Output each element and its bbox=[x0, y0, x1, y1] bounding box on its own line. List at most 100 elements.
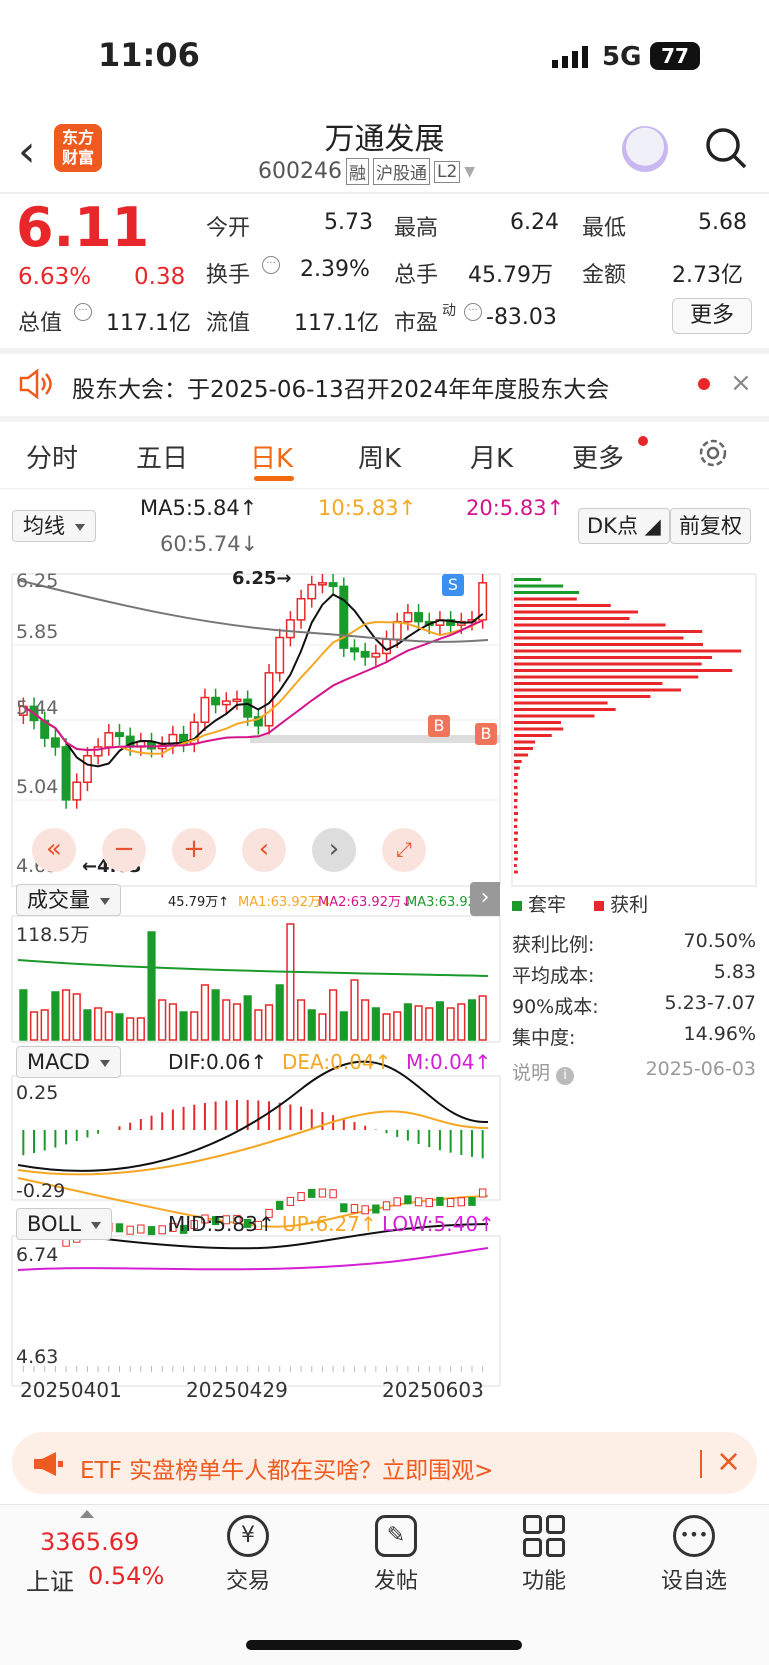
dk-point-button[interactable]: DK点 ◢ bbox=[578, 508, 670, 544]
nav-label: 功能 bbox=[521, 1569, 566, 1594]
panel-collapse-button[interactable]: › bbox=[470, 882, 500, 916]
fullscreen-button[interactable]: ⤢ bbox=[382, 828, 426, 872]
chip-bar bbox=[514, 636, 684, 640]
tab-weekly-k[interactable]: 周K bbox=[358, 438, 401, 475]
volume-ma-line bbox=[17, 959, 489, 977]
step-forward-button[interactable]: › bbox=[312, 828, 356, 872]
speaker-icon bbox=[18, 368, 54, 400]
ma20-value: 20:5.83↑ bbox=[466, 496, 565, 520]
chip-bar bbox=[514, 857, 518, 861]
chip-bar bbox=[514, 786, 518, 789]
chip-bar bbox=[514, 831, 518, 835]
chip-stats: 获利比例: 70.50% 平均成本: 5.83 90%成本: 5.23-7.07 集中… bbox=[512, 930, 756, 1089]
candle-body bbox=[392, 620, 402, 641]
stock-subline[interactable]: 600246 融 沪股通 L2 ▼ bbox=[258, 158, 475, 185]
index-value[interactable]: 3365.69 bbox=[40, 1528, 139, 1556]
volume-bar bbox=[457, 1003, 466, 1041]
fast-backward-button[interactable]: « bbox=[32, 828, 76, 872]
tab-monthly-k[interactable]: 月K bbox=[470, 438, 513, 475]
close-icon[interactable]: × bbox=[716, 1444, 741, 1479]
sell-tag: S bbox=[442, 574, 464, 596]
ma20-line bbox=[22, 619, 484, 752]
candle-body bbox=[371, 652, 381, 658]
volume-bar bbox=[29, 1011, 39, 1041]
chip-bar bbox=[514, 747, 533, 750]
nav-functions[interactable]: 功能 bbox=[494, 1515, 594, 1595]
vol-ymax: 118.5万 bbox=[16, 924, 90, 946]
chip-bar bbox=[514, 779, 518, 783]
boll-selector[interactable]: BOLL bbox=[16, 1208, 112, 1240]
info-icon[interactable]: ··· bbox=[464, 303, 482, 321]
robot-avatar-icon[interactable] bbox=[622, 126, 668, 172]
dk-point-label: DK点 bbox=[587, 514, 638, 538]
volume-bar bbox=[307, 1009, 316, 1041]
ma-selector[interactable]: 均线 bbox=[12, 510, 96, 542]
volume-bar bbox=[329, 989, 338, 1041]
info-icon[interactable]: ··· bbox=[262, 256, 280, 274]
zoom-out-button[interactable]: − bbox=[102, 828, 146, 872]
chip-note[interactable]: 说明 i bbox=[512, 1058, 575, 1089]
volume-bar bbox=[200, 984, 210, 1041]
dea-line bbox=[17, 1110, 489, 1176]
volume-indicator-selector[interactable]: 成交量 bbox=[16, 884, 121, 916]
chip-label: 集中度: bbox=[512, 1027, 576, 1049]
chip-bar bbox=[514, 818, 518, 822]
label-volume: 总手 bbox=[394, 263, 439, 288]
chip-bar bbox=[514, 591, 580, 594]
volume-bar bbox=[51, 991, 60, 1041]
chip-bar bbox=[514, 656, 713, 659]
value-open: 5.73 bbox=[324, 210, 373, 235]
step-back-button[interactable]: ‹ bbox=[242, 828, 286, 872]
more-button[interactable]: 更多 bbox=[672, 298, 752, 334]
index-pct: 0.54% bbox=[88, 1562, 165, 1590]
tag-hgt: 沪股通 bbox=[372, 158, 430, 185]
boll-candle bbox=[468, 1196, 476, 1206]
ma60-value: 60:5.74↓ bbox=[160, 532, 259, 556]
home-indicator bbox=[246, 1640, 522, 1650]
gear-icon[interactable] bbox=[696, 436, 730, 470]
chip-bar bbox=[514, 753, 529, 757]
volume-bar bbox=[115, 1013, 124, 1041]
adjust-button[interactable]: 前复权 bbox=[670, 508, 751, 544]
macd-dea: DEA:0.04↑ bbox=[282, 1050, 392, 1074]
zoom-in-button[interactable]: + bbox=[172, 828, 216, 872]
chip-value: 5.83 bbox=[713, 961, 756, 983]
value-pe: -83.03 bbox=[486, 305, 557, 330]
volume-bar bbox=[72, 993, 81, 1041]
volume-bar bbox=[446, 1007, 455, 1041]
ma10-value: 10:5.83↑ bbox=[318, 496, 417, 520]
info-icon[interactable]: ··· bbox=[74, 303, 92, 321]
volume-bar bbox=[425, 1007, 434, 1041]
candle-body bbox=[221, 700, 231, 706]
search-icon[interactable] bbox=[704, 126, 748, 170]
candle-body bbox=[243, 698, 253, 718]
ytick-2: 5.85 bbox=[16, 621, 59, 643]
nav-trade[interactable]: ¥ 交易 bbox=[198, 1515, 298, 1595]
close-icon[interactable]: × bbox=[730, 368, 752, 398]
volume-bar bbox=[136, 1017, 145, 1041]
info-icon: i bbox=[556, 1067, 575, 1085]
boll-ybot: 4.63 bbox=[16, 1346, 59, 1368]
candle-body bbox=[307, 583, 317, 600]
macd-selector[interactable]: MACD bbox=[16, 1046, 121, 1078]
volume-bar bbox=[286, 923, 295, 1041]
more-dots-icon: ••• bbox=[673, 1515, 715, 1557]
candle-body bbox=[328, 582, 338, 588]
candle-body bbox=[403, 612, 413, 623]
tab-daily-k[interactable]: 日K bbox=[250, 438, 293, 475]
notice-text[interactable]: 股东大会：于2025-06-13召开2024年年度股东大会 bbox=[72, 370, 609, 404]
stock-code: 600246 bbox=[258, 159, 342, 184]
tab-intraday[interactable]: 分时 bbox=[26, 438, 78, 475]
tab-more[interactable]: 更多 bbox=[572, 438, 624, 475]
label-turnover: 换手 bbox=[206, 263, 251, 288]
nav-post[interactable]: ✎ 发帖 bbox=[346, 1515, 446, 1595]
label-open: 今开 bbox=[206, 216, 251, 241]
nav-label: 交易 bbox=[225, 1569, 270, 1594]
chip-bar bbox=[514, 623, 666, 627]
tab-5day[interactable]: 五日 bbox=[136, 438, 188, 475]
boll-candle bbox=[340, 1203, 348, 1213]
cost-band bbox=[250, 735, 500, 743]
nav-watchlist[interactable]: ••• 设自选 bbox=[644, 1515, 744, 1595]
volume-bar bbox=[83, 1009, 92, 1041]
promo-text[interactable]: ETF 实盘榜单牛人都在买啥？立即围观> bbox=[80, 1451, 493, 1485]
